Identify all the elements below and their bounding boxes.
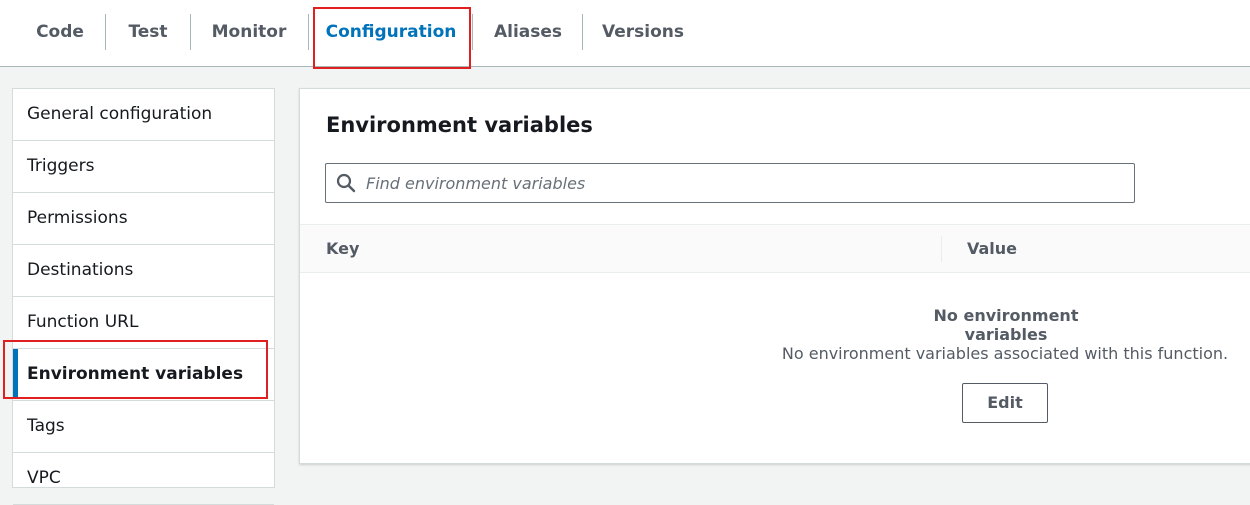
table-header: Key Value [300, 224, 1250, 273]
tab-bar: Code Test Monitor Configuration Aliases … [0, 0, 1250, 67]
edit-button[interactable]: Edit [962, 383, 1048, 423]
tab-versions[interactable]: Versions [590, 14, 696, 50]
column-divider [941, 236, 942, 262]
sidebar-item-tags[interactable]: Tags [13, 401, 274, 453]
empty-state-title: No environment variables [933, 306, 1079, 344]
page-title: Environment variables [326, 113, 593, 137]
tab-divider [582, 14, 583, 50]
environment-variables-highlight [3, 340, 268, 399]
column-header-key[interactable]: Key [326, 225, 359, 272]
environment-variables-panel: Environment variables Key Value No envir… [299, 88, 1250, 464]
tab-divider [105, 14, 106, 50]
sidebar-item-destinations[interactable]: Destinations [13, 245, 274, 297]
search-input[interactable] [366, 170, 1106, 196]
sidebar-item-general-configuration[interactable]: General configuration [13, 89, 274, 141]
sidebar-item-permissions[interactable]: Permissions [13, 193, 274, 245]
tab-divider [308, 14, 309, 50]
tab-code[interactable]: Code [20, 14, 100, 50]
sidebar-item-vpc[interactable]: VPC [13, 453, 274, 505]
tab-aliases[interactable]: Aliases [480, 14, 576, 50]
tab-divider [190, 14, 191, 50]
empty-state-description: No environment variables associated with… [781, 344, 1229, 363]
search-field[interactable] [325, 163, 1135, 203]
sidebar-item-triggers[interactable]: Triggers [13, 141, 274, 193]
tab-test[interactable]: Test [112, 14, 184, 50]
tab-divider [472, 14, 473, 50]
configuration-sidebar: General configuration Triggers Permissio… [12, 88, 275, 505]
search-icon [336, 173, 356, 193]
column-header-value[interactable]: Value [967, 225, 1017, 272]
configuration-tab-highlight [313, 7, 471, 69]
tab-monitor[interactable]: Monitor [196, 14, 302, 50]
